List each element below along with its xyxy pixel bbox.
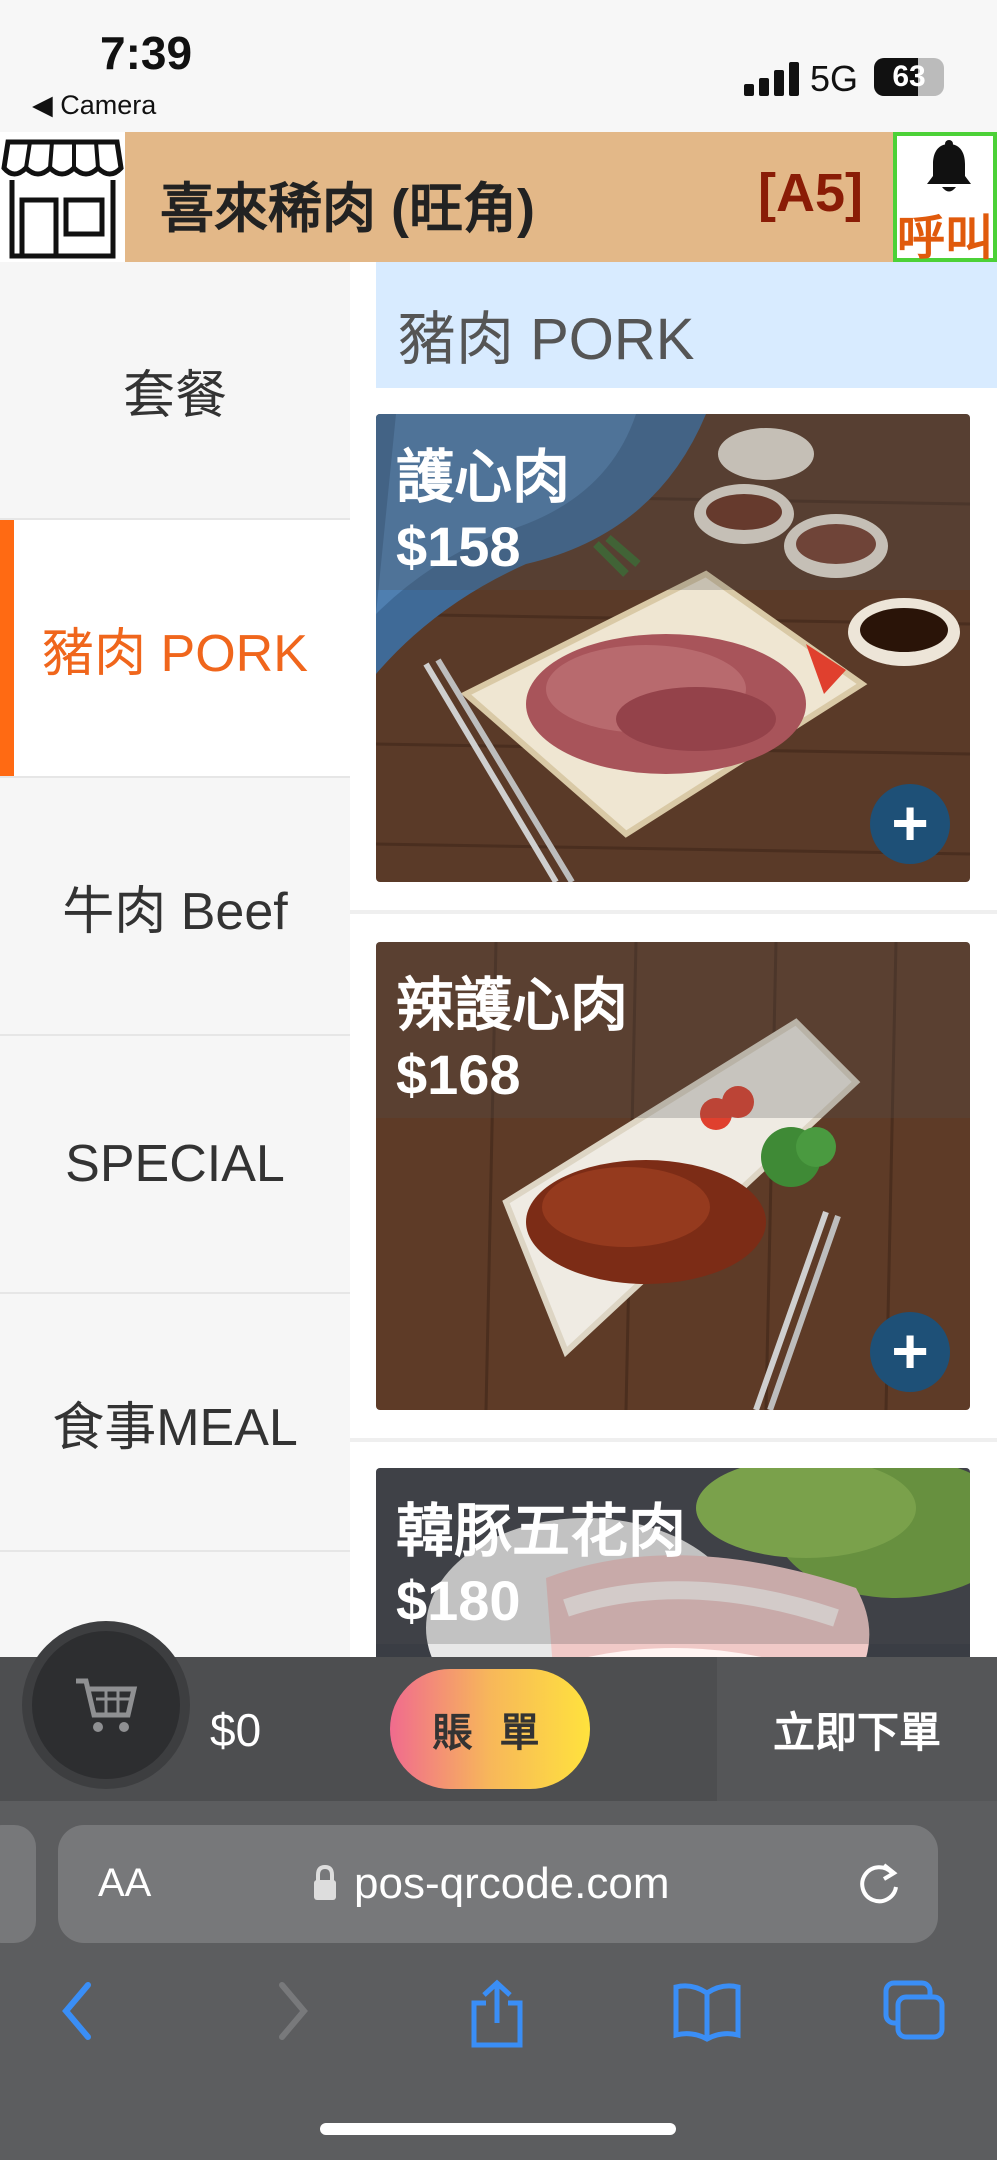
item-name: 護心肉 <box>396 445 571 510</box>
browser-toolbar: AA pos-qrcode.com <box>0 1801 997 2160</box>
item-price: $158 <box>396 515 521 578</box>
share-icon[interactable] <box>468 1979 526 2049</box>
add-to-cart-button[interactable]: + <box>870 1312 950 1392</box>
menu-item[interactable]: 韓豚五花肉 $180 <box>376 1468 970 1657</box>
menu-item[interactable]: 辣護心肉 $168 + <box>376 942 970 1410</box>
battery-level: 63 <box>892 60 926 93</box>
url-text: pos-qrcode.com <box>354 1859 670 1908</box>
restaurant-name: 喜來稀肉 (旺角) <box>160 179 535 239</box>
add-to-cart-button[interactable]: + <box>870 784 950 864</box>
table-number: [A5] <box>758 163 863 223</box>
plus-icon: + <box>891 787 929 859</box>
category-special[interactable]: SPECIAL <box>0 1036 350 1294</box>
cart-button[interactable] <box>32 1631 180 1779</box>
item-name: 辣護心肉 <box>396 973 629 1038</box>
bookmarks-icon[interactable] <box>672 1979 742 2043</box>
place-order-button[interactable]: 立即下單 <box>717 1657 997 1801</box>
battery-icon: 63 <box>874 58 944 96</box>
app-screen: 7:39 ◀ Camera 5G 63 喜來稀肉 (旺角) [A5] 呼叫 套餐… <box>0 0 997 2160</box>
back-to-camera-link[interactable]: ◀ Camera <box>32 90 156 121</box>
cart-icon <box>76 1678 138 1732</box>
bill-button[interactable]: 賬 單 <box>390 1669 590 1789</box>
store-icon <box>0 132 125 262</box>
plus-icon: + <box>891 1315 929 1387</box>
forward-icon[interactable] <box>272 1979 312 2043</box>
item-divider <box>350 910 997 914</box>
menu-item[interactable]: 護心肉 $158 + <box>376 414 970 882</box>
section-title: 豬肉 PORK <box>376 262 997 388</box>
category-beef[interactable]: 牛肉 Beef <box>0 778 350 1036</box>
clock: 7:39 <box>100 27 193 79</box>
address-bar[interactable]: AA pos-qrcode.com <box>58 1825 938 1943</box>
lock-icon <box>314 1865 336 1900</box>
menu-list: 豬肉 PORK 護心肉 $158 + 辣護心肉 $168 + 韓豚五花肉 $18… <box>350 262 997 1657</box>
home-indicator[interactable] <box>320 2123 676 2135</box>
item-divider <box>350 1438 997 1442</box>
call-staff-button[interactable]: 呼叫 <box>893 132 997 265</box>
reload-icon[interactable] <box>856 1861 902 1907</box>
item-price: $168 <box>396 1043 521 1106</box>
cellular-signal-icon <box>744 62 800 96</box>
item-price: $180 <box>396 1569 521 1632</box>
back-icon[interactable] <box>58 1979 98 2043</box>
tabs-icon[interactable] <box>882 1979 948 2043</box>
category-set-meal[interactable]: 套餐 <box>0 262 350 520</box>
text-size-button[interactable]: AA <box>98 1861 151 1906</box>
browser-nav <box>0 1969 997 2089</box>
previous-tab-peek[interactable] <box>0 1825 36 1943</box>
bell-icon <box>927 140 971 192</box>
cart-total: $0 <box>210 1704 262 1756</box>
item-name: 韓豚五花肉 <box>396 1499 687 1564</box>
restaurant-header: 喜來稀肉 (旺角) [A5] 呼叫 <box>0 132 997 265</box>
network-type: 5G <box>810 58 859 99</box>
category-sidebar: 套餐 豬肉 PORK 牛肉 Beef SPECIAL 食事MEAL <box>0 262 350 1810</box>
category-pork[interactable]: 豬肉 PORK <box>0 520 350 778</box>
category-meal[interactable]: 食事MEAL <box>0 1294 350 1552</box>
call-staff-label: 呼叫 <box>897 212 994 265</box>
order-bar: $0 賬 單 立即下單 <box>0 1631 997 1801</box>
status-bar: 7:39 ◀ Camera 5G 63 <box>0 0 997 132</box>
